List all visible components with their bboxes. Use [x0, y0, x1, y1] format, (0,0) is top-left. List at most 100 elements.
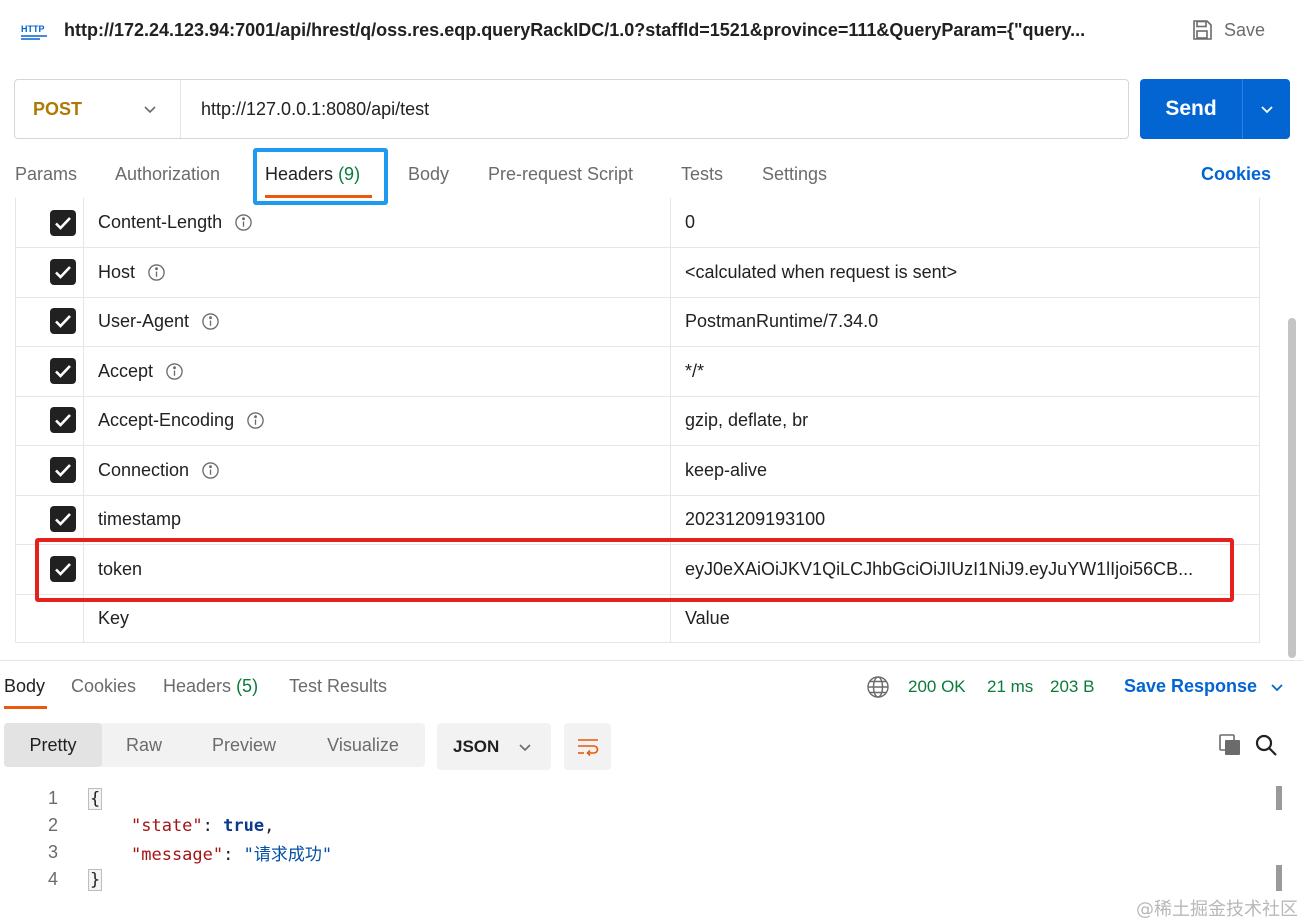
- info-icon[interactable]: [234, 213, 253, 232]
- header-value[interactable]: gzip, deflate, br: [671, 396, 1259, 445]
- token-row-highlight: [35, 538, 1234, 602]
- response-size[interactable]: 203 B: [1050, 677, 1094, 697]
- view-mode-toggle: Pretty Raw Preview Visualize: [4, 723, 425, 767]
- header-enabled-checkbox[interactable]: [50, 407, 76, 433]
- check-icon: [55, 464, 71, 477]
- response-tab-headers-label: Headers: [163, 676, 232, 696]
- save-response-button[interactable]: Save Response: [1124, 676, 1285, 697]
- json-colon: :: [223, 845, 244, 865]
- header-key-text: Connection: [98, 460, 190, 480]
- header-value[interactable]: keep-alive: [671, 446, 1259, 495]
- info-icon[interactable]: [147, 263, 166, 282]
- save-button[interactable]: Save: [1190, 18, 1265, 42]
- tab-authorization[interactable]: Authorization: [115, 164, 220, 185]
- wrap-lines-icon: [577, 738, 598, 756]
- open-brace: {: [88, 787, 103, 810]
- save-label: Save: [1224, 19, 1266, 40]
- header-enabled-checkbox[interactable]: [50, 308, 76, 334]
- header-key[interactable]: timestamp: [84, 495, 671, 544]
- request-title-bar: HTTP http://172.24.123.94:7001/api/hrest…: [0, 0, 1303, 64]
- view-visualize[interactable]: Visualize: [308, 723, 418, 767]
- wrap-lines-button[interactable]: [564, 723, 611, 770]
- search-icon[interactable]: [1254, 733, 1278, 757]
- response-tab-body[interactable]: Body: [4, 676, 45, 697]
- check-icon: [55, 414, 71, 427]
- code-text[interactable]: {: [88, 787, 103, 810]
- send-button[interactable]: Send: [1140, 79, 1290, 139]
- line-number: 2: [47, 815, 58, 835]
- json-comma: ,: [264, 815, 275, 836]
- header-value[interactable]: PostmanRuntime/7.34.0: [671, 297, 1259, 346]
- header-key[interactable]: Accept-Encoding: [84, 396, 671, 445]
- status-code[interactable]: 200 OK: [908, 677, 966, 697]
- tab-body[interactable]: Body: [408, 164, 449, 185]
- table-row: Host <calculated when request is sent>: [16, 248, 1259, 298]
- info-icon[interactable]: [165, 362, 184, 381]
- header-key[interactable]: User-Agent: [84, 297, 671, 346]
- code-scrollbar-marker[interactable]: [1276, 786, 1282, 810]
- info-icon[interactable]: [246, 411, 265, 430]
- info-icon[interactable]: [201, 312, 220, 331]
- header-enabled-checkbox[interactable]: [50, 210, 76, 236]
- header-enabled-checkbox[interactable]: [50, 358, 76, 384]
- code-line: 2 "state": true,: [0, 812, 1260, 839]
- response-tab-headers-count: (5): [236, 676, 259, 696]
- header-key-text: Accept: [98, 361, 154, 381]
- header-key-text: Accept-Encoding: [98, 410, 235, 430]
- header-value[interactable]: 0: [671, 198, 1259, 247]
- header-enabled-checkbox[interactable]: [50, 506, 76, 532]
- json-key: "state": [131, 815, 203, 836]
- cookies-link[interactable]: Cookies: [1201, 164, 1271, 185]
- response-tab-cookies[interactable]: Cookies: [71, 676, 136, 697]
- response-tab-test-results[interactable]: Test Results: [289, 676, 387, 697]
- section-divider: [0, 660, 1303, 661]
- info-icon[interactable]: [201, 461, 220, 480]
- header-value[interactable]: */*: [671, 347, 1259, 396]
- header-key-text: Content-Length: [98, 212, 223, 232]
- response-time[interactable]: 21 ms: [987, 677, 1033, 697]
- header-key[interactable]: Content-Length: [84, 198, 671, 247]
- request-tabs: Params Authorization Headers (9) Body Pr…: [0, 150, 1303, 200]
- save-response-label: Save Response: [1124, 676, 1258, 696]
- view-raw[interactable]: Raw: [106, 723, 182, 767]
- tab-settings[interactable]: Settings: [762, 164, 827, 185]
- view-preview[interactable]: Preview: [194, 723, 294, 767]
- url-input[interactable]: http://127.0.0.1:8080/api/test: [181, 99, 429, 120]
- header-key[interactable]: Host: [84, 248, 671, 297]
- send-label: Send: [1165, 97, 1217, 120]
- globe-icon[interactable]: [866, 675, 890, 699]
- save-icon: [1193, 20, 1212, 40]
- active-response-tab-indicator: [4, 706, 47, 709]
- json-colon: :: [202, 815, 224, 836]
- header-key[interactable]: Accept: [84, 347, 671, 396]
- code-line: 3 "message": "请求成功": [0, 839, 1260, 866]
- code-text[interactable]: "state": true,: [131, 816, 274, 836]
- json-bool: true: [223, 815, 265, 836]
- format-select[interactable]: JSON: [437, 723, 551, 770]
- headers-scrollbar[interactable]: [1288, 318, 1296, 658]
- table-row: Content-Length 0: [16, 198, 1259, 248]
- header-key[interactable]: Connection: [84, 446, 671, 495]
- header-enabled-checkbox[interactable]: [50, 259, 76, 285]
- request-name[interactable]: http://172.24.123.94:7001/api/hrest/q/os…: [64, 20, 1124, 41]
- code-text[interactable]: "message": "请求成功": [131, 840, 332, 865]
- check-icon: [55, 266, 71, 279]
- line-number: 3: [47, 842, 58, 862]
- send-options-button[interactable]: [1242, 79, 1290, 139]
- response-tab-headers[interactable]: Headers (5): [163, 676, 258, 697]
- code-text[interactable]: }: [88, 868, 103, 891]
- header-enabled-checkbox[interactable]: [50, 457, 76, 483]
- tab-params[interactable]: Params: [15, 164, 77, 185]
- header-value[interactable]: 20231209193100: [671, 495, 1259, 544]
- tab-tests[interactable]: Tests: [681, 164, 723, 185]
- tab-pre-request-script[interactable]: Pre-request Script: [488, 164, 633, 185]
- watermark: @稀土掘金技术社区: [1136, 899, 1298, 920]
- code-scrollbar-marker[interactable]: [1276, 865, 1282, 891]
- header-value[interactable]: <calculated when request is sent>: [671, 248, 1259, 297]
- view-pretty[interactable]: Pretty: [4, 723, 102, 767]
- format-label: JSON: [453, 736, 500, 756]
- copy-icon[interactable]: [1218, 733, 1242, 757]
- code-line: 1 {: [0, 785, 1260, 812]
- method-select[interactable]: POST: [15, 80, 181, 138]
- check-icon: [55, 365, 71, 378]
